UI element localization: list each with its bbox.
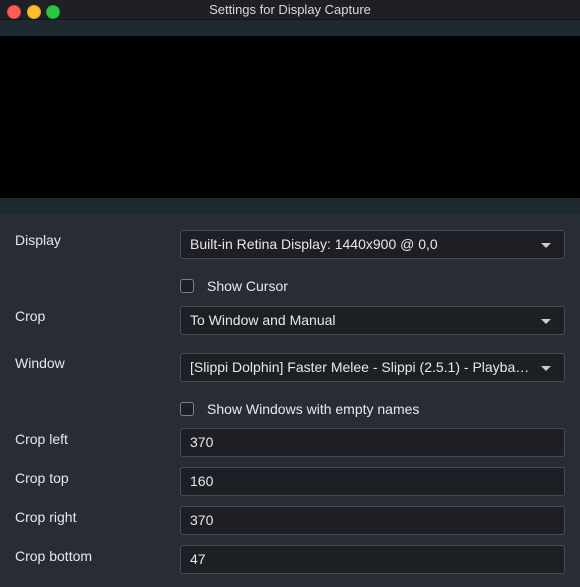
- crop-select-value: To Window and Manual: [190, 312, 336, 328]
- crop-left-input[interactable]: 370: [180, 428, 565, 457]
- chevron-down-icon: [541, 366, 551, 371]
- show-empty-names-checkbox[interactable]: [180, 402, 194, 416]
- show-cursor-label[interactable]: Show Cursor: [207, 278, 288, 294]
- display-select-value: Built-in Retina Display: 1440x900 @ 0,0: [190, 236, 438, 252]
- window-select[interactable]: [Slippi Dolphin] Faster Melee - Slippi (…: [180, 353, 565, 382]
- crop-top-label: Crop top: [15, 470, 69, 486]
- crop-label: Crop: [15, 308, 46, 324]
- title-bar: Settings for Display Capture: [0, 0, 580, 20]
- crop-top-input[interactable]: 160: [180, 467, 565, 496]
- show-cursor-checkbox[interactable]: [180, 279, 194, 293]
- preview-top-border: [0, 20, 580, 36]
- window-label: Window: [15, 355, 65, 371]
- crop-top-value: 160: [190, 473, 214, 489]
- crop-bottom-value: 47: [190, 551, 206, 567]
- crop-bottom-label: Crop bottom: [15, 548, 93, 564]
- crop-right-label: Crop right: [15, 509, 77, 525]
- capture-preview: [0, 36, 580, 198]
- crop-bottom-input[interactable]: 47: [180, 545, 565, 574]
- crop-right-value: 370: [190, 512, 214, 528]
- chevron-down-icon: [541, 319, 551, 324]
- crop-select[interactable]: To Window and Manual: [180, 306, 565, 335]
- window-select-value: [Slippi Dolphin] Faster Melee - Slippi (…: [190, 359, 530, 375]
- chevron-down-icon: [541, 243, 551, 248]
- show-empty-names-label[interactable]: Show Windows with empty names: [207, 401, 419, 417]
- crop-right-input[interactable]: 370: [180, 506, 565, 535]
- display-select[interactable]: Built-in Retina Display: 1440x900 @ 0,0: [180, 230, 565, 259]
- crop-left-label: Crop left: [15, 431, 68, 447]
- preview-bottom-border: [0, 198, 580, 214]
- display-label: Display: [15, 232, 61, 248]
- window-title: Settings for Display Capture: [209, 2, 371, 17]
- crop-left-value: 370: [190, 434, 214, 450]
